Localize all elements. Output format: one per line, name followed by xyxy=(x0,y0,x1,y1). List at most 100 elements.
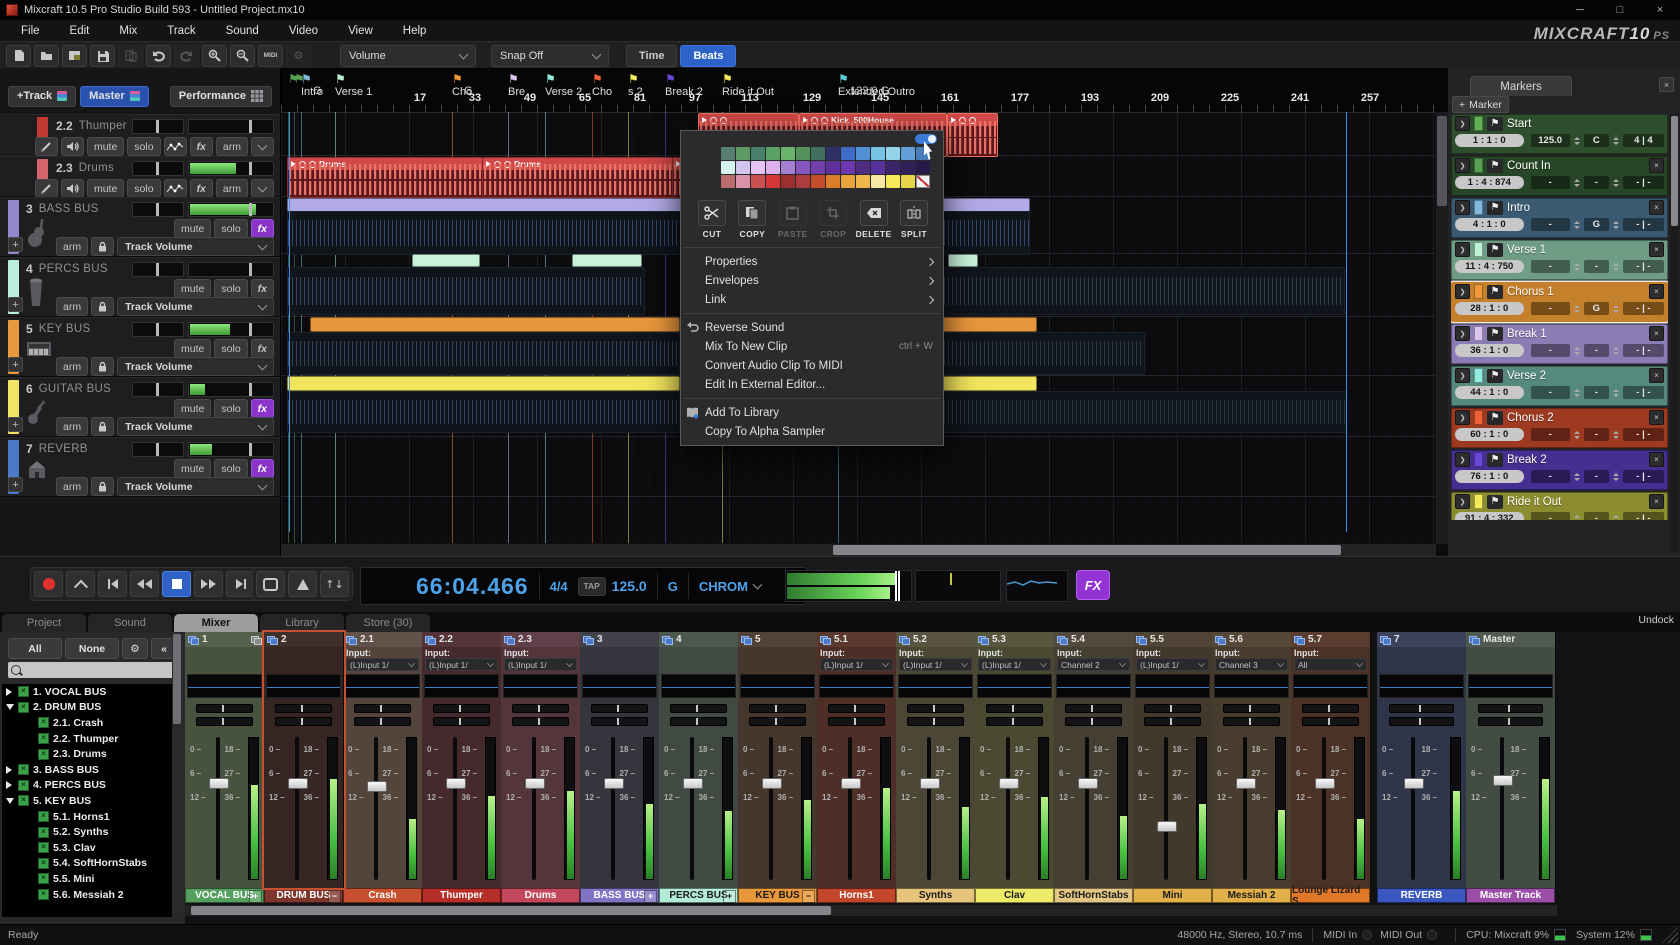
arm-button[interactable]: arm xyxy=(216,179,248,198)
marker-tempo[interactable]: - xyxy=(1531,386,1570,399)
marker-color-swatch[interactable] xyxy=(1474,242,1483,257)
marker-tempo[interactable]: - xyxy=(1531,512,1570,520)
marker-position[interactable]: 1 : 4 : 874 xyxy=(1455,176,1524,189)
fader-handle[interactable] xyxy=(367,781,387,792)
tree-item[interactable]: ×5.3. Clav xyxy=(2,840,173,856)
color-swatch[interactable] xyxy=(781,161,795,174)
undock-button[interactable]: Undock xyxy=(1638,614,1674,626)
tab-project[interactable]: Project xyxy=(2,614,86,632)
color-swatch[interactable] xyxy=(841,161,855,174)
pan-slider[interactable] xyxy=(132,262,184,277)
duplicate-icon[interactable] xyxy=(118,45,143,67)
tab-mixer[interactable]: Mixer xyxy=(174,614,258,632)
tree-item[interactable]: ×5.1. Horns1 xyxy=(2,809,173,825)
tree-item[interactable]: ×3. BASS BUS xyxy=(2,762,173,778)
fx-button[interactable]: fx xyxy=(251,339,274,358)
clip[interactable]: Drums xyxy=(287,157,483,198)
timeline-marker-flag[interactable]: ⚑Ride it Out xyxy=(722,72,774,98)
eq-slider[interactable] xyxy=(1302,704,1359,713)
fader-handle[interactable] xyxy=(920,778,940,789)
mixer-strip-5.7[interactable]: 5.7Input:All0 –6 –12 –18 –27 –36 – xyxy=(1291,632,1371,888)
timeline-marker-flag[interactable]: ⚑ChoG xyxy=(452,72,472,98)
expand-marker-button[interactable]: ❯ xyxy=(1455,158,1470,173)
add-lane-button[interactable]: + xyxy=(8,237,23,252)
delete-marker-button[interactable]: × xyxy=(1649,158,1664,173)
mixer-hscrollbar[interactable] xyxy=(185,905,1557,916)
menu-item-properties[interactable]: Properties xyxy=(681,252,943,271)
clip[interactable] xyxy=(943,391,1347,433)
timeline-marker-flag[interactable]: ⚑Cho xyxy=(592,72,612,98)
marker-time-signature[interactable]: - | - xyxy=(1623,428,1664,441)
track-checkbox[interactable]: × xyxy=(18,795,29,806)
speaker-button[interactable] xyxy=(61,137,84,156)
mixer-strip-5.4[interactable]: 5.4Input:Channel 20 –6 –12 –18 –27 –36 – xyxy=(1054,632,1134,888)
clip[interactable] xyxy=(943,317,1037,332)
eq-slider[interactable] xyxy=(196,704,253,713)
marker-position[interactable]: 44 : 1 : 0 xyxy=(1455,386,1524,399)
strip-name-label[interactable]: Lounge Lizard S... xyxy=(1291,888,1370,903)
marker-tempo[interactable]: 125.0 xyxy=(1531,134,1570,147)
color-swatch[interactable] xyxy=(871,147,885,160)
marker-key[interactable]: - xyxy=(1584,386,1609,399)
color-swatch[interactable] xyxy=(736,161,750,174)
pan-slider[interactable] xyxy=(907,717,964,726)
go-to-start-button[interactable] xyxy=(98,571,127,597)
tree-item[interactable]: ×5.2. Synths xyxy=(2,824,173,840)
expand-icon[interactable] xyxy=(6,688,14,696)
resize-grip[interactable] xyxy=(1662,927,1678,943)
marker-tempo[interactable]: - xyxy=(1531,218,1570,231)
marker-time-signature[interactable]: - | - xyxy=(1623,512,1664,520)
fader-handle[interactable] xyxy=(1078,778,1098,789)
mute-button[interactable]: mute xyxy=(174,219,211,238)
marker-row[interactable]: ❯⚑Verse 1×11 : 4 : 750--- | - xyxy=(1451,240,1668,280)
automation-button[interactable] xyxy=(164,179,187,198)
key-readout[interactable]: G xyxy=(668,579,678,594)
color-swatch[interactable] xyxy=(886,161,900,174)
pan-slider[interactable] xyxy=(1389,717,1453,726)
go-to-end-button[interactable] xyxy=(226,571,255,597)
expand-bus-button[interactable]: + xyxy=(249,890,262,903)
color-swatch[interactable] xyxy=(751,161,765,174)
marker-time-signature[interactable]: - | - xyxy=(1623,470,1664,483)
clip[interactable] xyxy=(287,391,680,433)
menu-track[interactable]: Track xyxy=(152,25,210,37)
timeline-ruler[interactable]: 1733496581971131291451611771932092252412… xyxy=(281,68,1448,113)
tree-item[interactable]: ×2. DRUM BUS xyxy=(2,700,173,716)
tempo-spinner[interactable] xyxy=(1573,515,1581,521)
marker-color-swatch[interactable] xyxy=(1474,284,1483,299)
marker-position[interactable]: 28 : 1 : 0 xyxy=(1455,302,1524,315)
key-spinner[interactable] xyxy=(1612,305,1620,313)
track-volume-dropdown[interactable]: Track Volume xyxy=(117,237,274,256)
fader-handle[interactable] xyxy=(1236,778,1256,789)
input-dropdown[interactable]: (L)Input 1/ xyxy=(899,658,972,671)
add-lane-button[interactable]: + xyxy=(8,357,23,372)
track-header-7[interactable]: 7REVERBmutesolofxarmTrack Volume+ xyxy=(0,437,280,497)
track-volume-dropdown[interactable]: Track Volume xyxy=(117,297,274,316)
fader-handle[interactable] xyxy=(604,778,624,789)
automation-button[interactable] xyxy=(164,137,187,156)
key-spinner[interactable] xyxy=(1612,473,1620,481)
eq-slider[interactable] xyxy=(512,704,569,713)
color-swatch[interactable] xyxy=(841,175,855,188)
tempo-spinner[interactable] xyxy=(1573,431,1581,439)
track-checkbox[interactable]: × xyxy=(38,733,49,744)
expand-marker-button[interactable]: ❯ xyxy=(1455,242,1470,257)
marker-color-swatch[interactable] xyxy=(1474,410,1483,425)
solo-button[interactable]: solo xyxy=(214,459,247,478)
fader-handle[interactable] xyxy=(288,778,308,789)
strip-name-label[interactable]: REVERB xyxy=(1377,888,1466,903)
color-swatch[interactable] xyxy=(856,147,870,160)
mixer-strip-7[interactable]: 70 –6 –12 –18 –27 –36 – xyxy=(1377,632,1467,888)
eq-slider[interactable] xyxy=(591,704,648,713)
arm-button[interactable]: arm xyxy=(56,417,88,436)
arrange-hscrollbar[interactable] xyxy=(281,543,1436,556)
time-signature[interactable]: 4/4 xyxy=(550,579,568,594)
clip[interactable] xyxy=(287,376,680,391)
fader-handle[interactable] xyxy=(1404,778,1424,789)
pan-slider[interactable] xyxy=(1302,717,1359,726)
tree-item[interactable]: ×5.4. SoftHornStabs xyxy=(2,856,173,872)
input-dropdown[interactable]: (L)Input 1/ xyxy=(425,658,498,671)
pan-slider[interactable] xyxy=(132,382,184,397)
eq-slider[interactable] xyxy=(1065,704,1122,713)
arm-button[interactable]: arm xyxy=(56,477,88,496)
